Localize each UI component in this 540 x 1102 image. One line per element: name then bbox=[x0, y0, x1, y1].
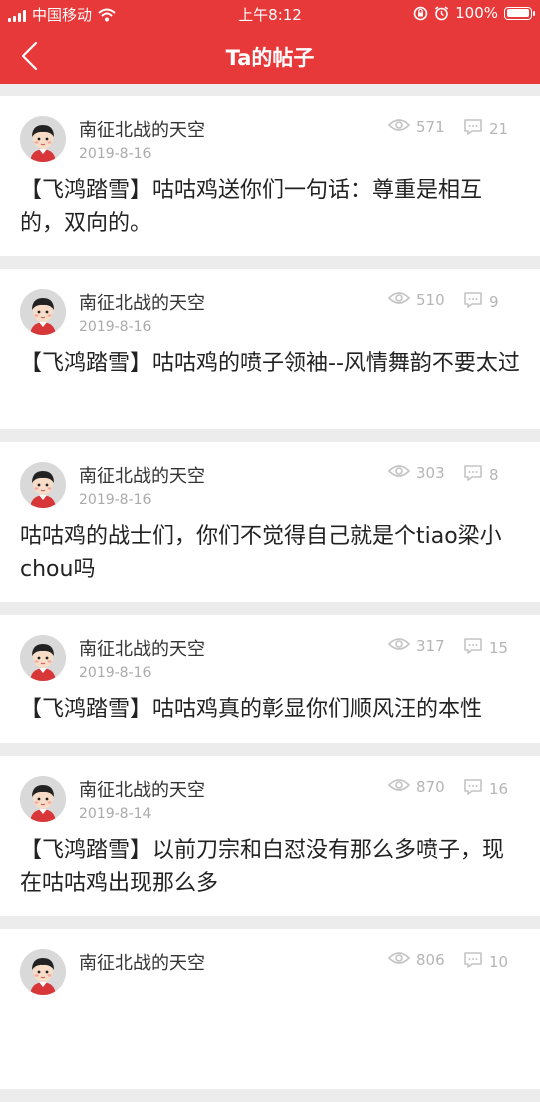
eye-icon bbox=[387, 464, 411, 482]
post-date: 2019-8-16 bbox=[79, 492, 152, 508]
author-name: 南征北战的天空 bbox=[79, 780, 205, 801]
author-name: 南征北战的天空 bbox=[79, 953, 205, 974]
eye-icon bbox=[387, 951, 411, 969]
view-count: 317 bbox=[387, 637, 445, 655]
post-content[interactable]: 【飞鸿踏雪】咕咕鸡真的彰显你们顺风汪的本性 bbox=[20, 693, 520, 726]
avatar[interactable] bbox=[20, 462, 66, 508]
comment-icon bbox=[463, 291, 483, 313]
comment-count: 21 bbox=[463, 118, 508, 140]
status-bar: 中国移动 上午8:12 100% bbox=[0, 0, 540, 28]
eye-icon bbox=[387, 637, 411, 655]
eye-icon bbox=[387, 778, 411, 796]
comment-count: 8 bbox=[463, 464, 499, 486]
view-count: 303 bbox=[387, 464, 445, 482]
author-name: 南征北战的天空 bbox=[79, 293, 205, 314]
comment-icon bbox=[463, 637, 483, 659]
rotation-lock-icon bbox=[413, 6, 428, 20]
eye-icon bbox=[387, 291, 411, 309]
nav-bar: Ta的帖子 bbox=[0, 28, 540, 84]
page-title: Ta的帖子 bbox=[225, 46, 315, 70]
battery-percent: 100% bbox=[455, 4, 498, 22]
author-name: 南征北战的天空 bbox=[79, 639, 205, 660]
post-list[interactable]: 南征北战的天空 2019-8-16 571 21 【飞鸿踏雪】咕咕鸡送你们一句话… bbox=[0, 96, 540, 1102]
comment-icon bbox=[463, 778, 483, 800]
post-card[interactable]: 南征北战的天空 2019-8-16 510 9 【飞鸿踏雪】咕咕鸡的喷子领袖--… bbox=[0, 269, 540, 429]
post-card[interactable]: 南征北战的天空 2019-8-14 870 16 【飞鸿踏雪】以前刀宗和白怼没有… bbox=[0, 756, 540, 916]
avatar[interactable] bbox=[20, 949, 66, 995]
post-date: 2019-8-16 bbox=[79, 146, 152, 162]
post-card[interactable]: 南征北战的天空 2019-8-16 317 15 【飞鸿踏雪】咕咕鸡真的彰显你们… bbox=[0, 615, 540, 743]
post-card[interactable]: 南征北战的天空 2019-8-16 571 21 【飞鸿踏雪】咕咕鸡送你们一句话… bbox=[0, 96, 540, 256]
comment-icon bbox=[463, 464, 483, 486]
post-content[interactable]: 【飞鸿踏雪】咕咕鸡送你们一句话：尊重是相互的，双向的。 bbox=[20, 174, 520, 240]
comment-count: 16 bbox=[463, 778, 508, 800]
battery-icon bbox=[504, 6, 535, 20]
comment-icon bbox=[463, 118, 483, 140]
avatar[interactable] bbox=[20, 776, 66, 822]
avatar[interactable] bbox=[20, 116, 66, 162]
view-count: 806 bbox=[387, 951, 445, 969]
post-date: 2019-8-16 bbox=[79, 319, 152, 335]
post-content[interactable]: 【飞鸿踏雪】以前刀宗和白怼没有那么多喷子，现在咕咕鸡出现那么多 bbox=[20, 834, 520, 900]
comment-count: 10 bbox=[463, 951, 508, 973]
view-count: 870 bbox=[387, 778, 445, 796]
avatar[interactable] bbox=[20, 635, 66, 681]
eye-icon bbox=[387, 118, 411, 136]
post-content[interactable]: 咕咕鸡的战士们，你们不觉得自己就是个tiao梁小chou吗 bbox=[20, 520, 520, 586]
comment-count: 9 bbox=[463, 291, 499, 313]
author-name: 南征北战的天空 bbox=[79, 466, 205, 487]
comment-count: 15 bbox=[463, 637, 508, 659]
post-content[interactable]: 【飞鸿踏雪】咕咕鸡的喷子领袖--风情舞韵不要太过 bbox=[20, 347, 520, 380]
comment-icon bbox=[463, 951, 483, 973]
alarm-icon bbox=[435, 5, 449, 20]
post-card[interactable]: 南征北战的天空 806 10 bbox=[0, 929, 540, 1089]
post-card[interactable]: 南征北战的天空 2019-8-16 303 8 咕咕鸡的战士们，你们不觉得自己就… bbox=[0, 442, 540, 602]
author-name: 南征北战的天空 bbox=[79, 120, 205, 141]
view-count: 510 bbox=[387, 291, 445, 309]
post-date: 2019-8-14 bbox=[79, 806, 152, 822]
status-right: 100% bbox=[413, 4, 535, 22]
view-count: 571 bbox=[387, 118, 445, 136]
avatar[interactable] bbox=[20, 289, 66, 335]
post-date: 2019-8-16 bbox=[79, 665, 152, 681]
